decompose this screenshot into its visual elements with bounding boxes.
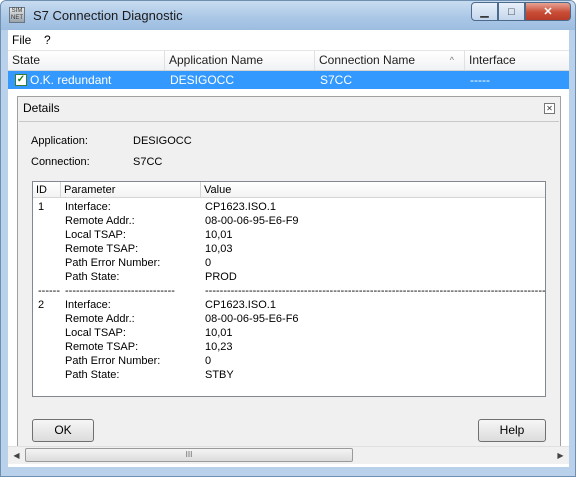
param-cell-id: 2 bbox=[38, 299, 45, 311]
details-panel: Details ✕ Application: DESIGOCC Connecti… bbox=[17, 96, 561, 450]
param-cell-param: Remote TSAP: bbox=[65, 341, 139, 353]
param-cell-param: Local TSAP: bbox=[65, 229, 126, 241]
param-row[interactable]: ------ ------------------------------ ----… bbox=[33, 284, 545, 298]
param-cell-value: 10,01 bbox=[205, 327, 233, 339]
param-cell-value: ----------------------------------------… bbox=[205, 285, 546, 297]
close-button[interactable]: ✕ bbox=[525, 2, 571, 21]
param-cell-value: CP1623.ISO.1 bbox=[205, 201, 276, 213]
details-close-button[interactable]: ✕ bbox=[544, 103, 555, 114]
check-icon: ✓ bbox=[15, 74, 27, 86]
connection-list-header: State Application Name Connection Name ^… bbox=[8, 51, 569, 71]
maximize-button[interactable]: □ bbox=[498, 2, 525, 21]
connection-value: S7CC bbox=[133, 156, 163, 168]
divider bbox=[19, 121, 559, 122]
app-icon: SIM NET bbox=[9, 7, 25, 23]
close-icon: ✕ bbox=[543, 6, 553, 18]
param-cell-value: 10,23 bbox=[205, 341, 233, 353]
param-row[interactable]: 2 Interface: CP1623.ISO.1 bbox=[33, 298, 545, 312]
close-small-icon: ✕ bbox=[546, 104, 553, 113]
param-cell-param: Remote TSAP: bbox=[65, 243, 139, 255]
column-header-connection[interactable]: Connection Name ^ bbox=[315, 51, 465, 70]
column-header-connection-label: Connection Name bbox=[319, 53, 416, 67]
scroll-right-button[interactable]: ▶ bbox=[552, 447, 569, 464]
menu-file[interactable]: File bbox=[12, 33, 31, 47]
param-cell-param: Interface: bbox=[65, 299, 111, 311]
param-cell-value: PROD bbox=[205, 271, 237, 283]
param-cell-id: 1 bbox=[38, 201, 45, 213]
ok-button[interactable]: OK bbox=[32, 419, 94, 442]
menu-help[interactable]: ? bbox=[44, 33, 51, 47]
minimize-button[interactable]: ▁ bbox=[471, 2, 498, 21]
minimize-icon: ▁ bbox=[480, 6, 489, 18]
param-row[interactable]: 1 Interface: CP1623.ISO.1 bbox=[33, 200, 545, 214]
param-cell-value: 0 bbox=[205, 257, 212, 269]
param-cell-param: Remote Addr.: bbox=[65, 215, 135, 227]
cell-interface: ----- bbox=[470, 73, 490, 87]
column-header-application[interactable]: Application Name bbox=[165, 51, 315, 70]
scroll-left-button[interactable]: ◀ bbox=[8, 447, 25, 464]
param-cell-param: ------------------------------ bbox=[65, 285, 175, 297]
param-row[interactable]: Local TSAP: 10,01 bbox=[33, 326, 545, 340]
param-cell-value: 08-00-06-95-E6-F6 bbox=[205, 313, 299, 325]
caption-buttons: ▁ □ ✕ bbox=[471, 2, 571, 21]
cell-connection: S7CC bbox=[320, 73, 353, 87]
details-title: Details bbox=[23, 101, 60, 115]
param-cell-value: 08-00-06-95-E6-F9 bbox=[205, 215, 299, 227]
param-row[interactable]: Local TSAP: 10,01 bbox=[33, 228, 545, 242]
help-button[interactable]: Help bbox=[478, 419, 546, 442]
column-header-interface[interactable]: Interface bbox=[465, 51, 569, 70]
arrow-right-icon: ▶ bbox=[557, 451, 564, 460]
cell-state: O.K. redundant bbox=[30, 73, 112, 87]
param-cell-value: CP1623.ISO.1 bbox=[205, 299, 276, 311]
param-cell-param: Path Error Number: bbox=[65, 355, 161, 367]
param-row[interactable]: Path Error Number: 0 bbox=[33, 354, 545, 368]
title-bar[interactable]: SIM NET S7 Connection Diagnostic ▁ □ ✕ bbox=[1, 1, 575, 30]
arrow-left-icon: ◀ bbox=[13, 451, 20, 460]
param-row[interactable]: Path State: STBY bbox=[33, 368, 545, 382]
application-value: DESIGOCC bbox=[133, 135, 192, 147]
connection-row[interactable]: ✓ O.K. redundant DESIGOCC S7CC ----- bbox=[8, 71, 569, 89]
param-row[interactable]: Remote TSAP: 10,23 bbox=[33, 340, 545, 354]
horizontal-scrollbar[interactable]: ◀ III ▶ bbox=[8, 446, 569, 464]
param-row[interactable]: Remote TSAP: 10,03 bbox=[33, 242, 545, 256]
param-row[interactable]: Remote Addr.: 08-00-06-95-E6-F9 bbox=[33, 214, 545, 228]
param-row[interactable]: Remote Addr.: 08-00-06-95-E6-F6 bbox=[33, 312, 545, 326]
param-cell-param: Local TSAP: bbox=[65, 327, 126, 339]
column-header-state[interactable]: State bbox=[8, 51, 165, 70]
param-cell-id: ------ bbox=[38, 285, 60, 297]
cell-application: DESIGOCC bbox=[170, 73, 235, 87]
application-label: Application: bbox=[31, 135, 88, 147]
scrollbar-thumb[interactable]: III bbox=[25, 448, 353, 462]
param-cell-param: Interface: bbox=[65, 201, 111, 213]
param-header-value[interactable]: Value bbox=[201, 182, 545, 198]
window-title: S7 Connection Diagnostic bbox=[33, 8, 183, 23]
menu-bar: File ? bbox=[8, 30, 569, 51]
sort-ascending-icon: ^ bbox=[449, 55, 454, 65]
param-cell-value: 0 bbox=[205, 355, 212, 367]
param-cell-param: Remote Addr.: bbox=[65, 313, 135, 325]
param-row[interactable]: Path Error Number: 0 bbox=[33, 256, 545, 270]
param-header-id[interactable]: ID bbox=[33, 182, 61, 198]
param-cell-value: 10,03 bbox=[205, 243, 233, 255]
maximize-icon: □ bbox=[508, 5, 515, 18]
connection-label: Connection: bbox=[31, 156, 90, 168]
client-area: File ? State Application Name Connection… bbox=[8, 30, 569, 467]
param-cell-value: 10,01 bbox=[205, 229, 233, 241]
param-cell-param: Path State: bbox=[65, 271, 120, 283]
param-row[interactable]: Path State: PROD bbox=[33, 270, 545, 284]
param-cell-value: STBY bbox=[205, 369, 234, 381]
param-cell-param: Path State: bbox=[65, 369, 120, 381]
param-cell-param: Path Error Number: bbox=[65, 257, 161, 269]
param-header-parameter[interactable]: Parameter bbox=[61, 182, 201, 198]
parameter-list[interactable]: ID Parameter Value 1 Interface: CP1623.ISO… bbox=[32, 181, 546, 397]
